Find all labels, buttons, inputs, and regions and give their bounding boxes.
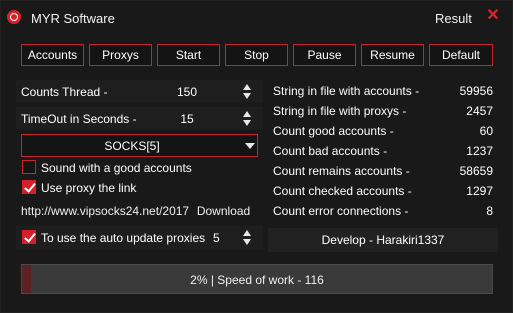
stat-value: 1297 bbox=[466, 184, 493, 198]
stat-label: String in file with proxys - bbox=[273, 104, 407, 118]
sound-checkbox[interactable] bbox=[22, 160, 36, 174]
proxy-link-input[interactable]: http://www.vipsocks24.net/2017. bbox=[21, 201, 189, 221]
stat-row: Count checked accounts - 1297 bbox=[268, 180, 498, 200]
stat-label: String in file with accounts - bbox=[273, 84, 420, 98]
sound-label: Sound with a good accounts bbox=[41, 161, 192, 175]
stat-value: 60 bbox=[479, 124, 493, 138]
auto-update-label: To use the auto update proxies bbox=[41, 231, 206, 245]
app-logo-icon bbox=[7, 10, 21, 24]
auto-update-spinner-icon[interactable] bbox=[242, 229, 252, 247]
app-title: MYR Software bbox=[31, 11, 115, 26]
stat-row: Count good accounts - 60 bbox=[268, 120, 498, 140]
stat-label: Count checked accounts - bbox=[273, 184, 412, 198]
use-proxy-link-label: Use proxy the link bbox=[41, 181, 137, 195]
auto-update-interval-input[interactable]: 5 bbox=[213, 231, 220, 245]
timeout-spinner-icon[interactable] bbox=[242, 110, 252, 128]
timeout-input[interactable]: 15 bbox=[142, 112, 232, 126]
stat-row: Count remains accounts - 58659 bbox=[268, 160, 498, 180]
download-button[interactable]: Download bbox=[189, 201, 258, 221]
start-button[interactable]: Start bbox=[157, 44, 220, 66]
progress-text: 2% | Speed of work - 116 bbox=[190, 273, 324, 287]
stat-value: 58659 bbox=[459, 164, 493, 178]
stat-label: Count good accounts - bbox=[273, 124, 394, 138]
stat-row: Count bad accounts - 1237 bbox=[268, 140, 498, 160]
stat-label: Count bad accounts - bbox=[273, 144, 388, 158]
accounts-button[interactable]: Accounts bbox=[21, 44, 84, 66]
resume-button[interactable]: Resume bbox=[361, 44, 424, 66]
threads-label: Counts Thread - bbox=[21, 85, 108, 99]
use-proxy-link-checkbox[interactable] bbox=[22, 180, 36, 194]
proxy-type-select[interactable]: SOCKS[5] bbox=[21, 134, 258, 157]
stat-row: String in file with accounts - 59956 bbox=[268, 80, 498, 100]
threads-input[interactable]: 150 bbox=[142, 85, 232, 99]
timeout-label: TimeOut in Seconds - bbox=[21, 112, 137, 126]
stat-label: Count error connections - bbox=[273, 204, 409, 218]
stop-button[interactable]: Stop bbox=[225, 44, 288, 66]
stat-value: 2457 bbox=[466, 104, 493, 118]
toolbar: Accounts Proxys Start Stop Pause Resume … bbox=[21, 44, 493, 66]
close-icon[interactable]: ✕ bbox=[485, 7, 501, 25]
progress-bar: 2% | Speed of work - 116 bbox=[21, 264, 493, 294]
developer-credit: Develop - Harakiri1337 bbox=[268, 228, 498, 252]
chevron-down-icon bbox=[245, 143, 255, 149]
pause-button[interactable]: Pause bbox=[293, 44, 356, 66]
auto-update-checkbox[interactable] bbox=[22, 230, 36, 244]
stat-row: Count error connections - 8 bbox=[268, 200, 498, 220]
stat-value: 8 bbox=[486, 204, 493, 218]
result-label[interactable]: Result bbox=[435, 11, 472, 26]
title-bar: MYR Software Result ✕ bbox=[1, 1, 513, 35]
default-button[interactable]: Default bbox=[429, 44, 493, 66]
stat-value: 59956 bbox=[459, 84, 493, 98]
proxy-type-value: SOCKS[5] bbox=[104, 139, 160, 153]
stat-value: 1237 bbox=[466, 144, 493, 158]
proxys-button[interactable]: Proxys bbox=[89, 44, 152, 66]
stat-row: String in file with proxys - 2457 bbox=[268, 100, 498, 120]
threads-spinner-icon[interactable] bbox=[242, 83, 252, 101]
app-window: MYR Software Result ✕ Accounts Proxys St… bbox=[0, 0, 513, 313]
stat-label: Count remains accounts - bbox=[273, 164, 410, 178]
